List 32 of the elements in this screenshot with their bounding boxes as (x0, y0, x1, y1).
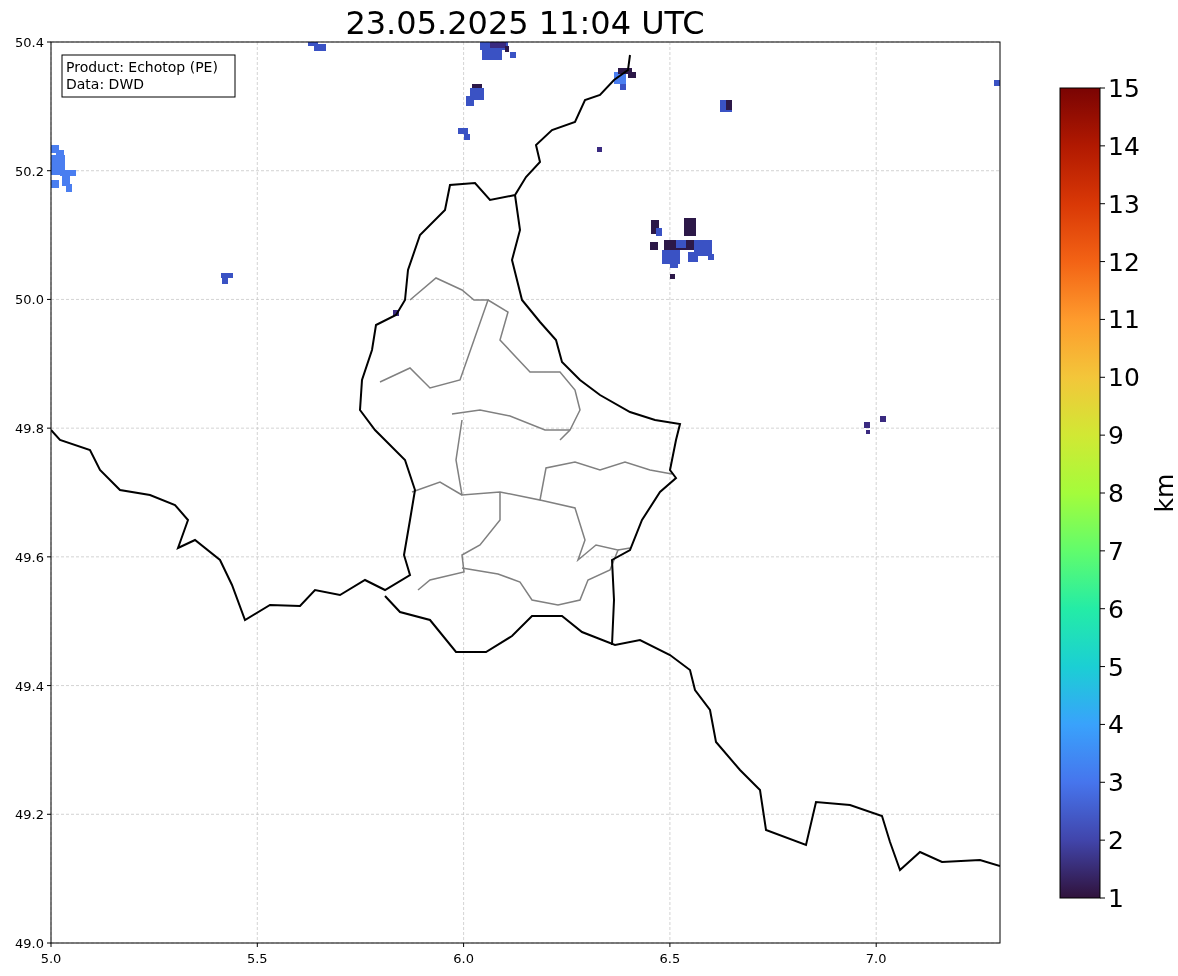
axis-tick-label: 50.0 (15, 292, 44, 308)
colorbar-tick-label: 2 (1108, 826, 1124, 856)
axis-tick-label: 49.6 (15, 549, 44, 565)
colorbar-tick-label: 14 (1108, 131, 1140, 161)
map-title: 23.05.2025 11:04 UTC (345, 4, 705, 42)
colorbar-tick-label: 13 (1108, 189, 1140, 219)
axis-tick-label: 6.5 (659, 951, 681, 966)
colorbar-tick-label: 12 (1108, 247, 1140, 277)
axis-tick-label: 5.0 (40, 951, 62, 966)
colorbar-tick-label: 11 (1108, 305, 1140, 335)
colorbar-tick-label: 5 (1108, 652, 1124, 682)
axis-tick-label: 49.0 (15, 936, 44, 951)
colorbar-tick-label: 10 (1108, 363, 1140, 393)
axis-tick-label: 49.8 (15, 421, 44, 437)
axis-tick-label: 49.4 (15, 678, 44, 694)
colorbar-label: km (1150, 473, 1178, 513)
axis-tick-label: 7.0 (865, 951, 887, 966)
colorbar-tick-label: 9 (1108, 421, 1124, 451)
colorbar-tick-label: 4 (1108, 710, 1124, 740)
colorbar-tick-label: 1 (1108, 884, 1124, 913)
axis-tick-label: 49.2 (15, 807, 44, 823)
axis-tick-label: 6.0 (453, 951, 474, 966)
info-text: Product: Echotop (PE) (66, 59, 218, 75)
colorbar-tick-label: 3 (1108, 768, 1124, 798)
info-text: Data: DWD (66, 76, 144, 92)
axis-tick-label: 50.2 (15, 163, 44, 179)
colorbar-tick-label: 8 (1108, 479, 1124, 508)
axis-tick-label: 50.4 (15, 35, 44, 50)
axis-tick-label: 5.5 (246, 951, 268, 966)
colorbar-tick-label: 6 (1108, 594, 1124, 624)
colorbar-tick-label: 15 (1108, 74, 1140, 103)
colorbar-tick-label: 7 (1108, 536, 1124, 566)
